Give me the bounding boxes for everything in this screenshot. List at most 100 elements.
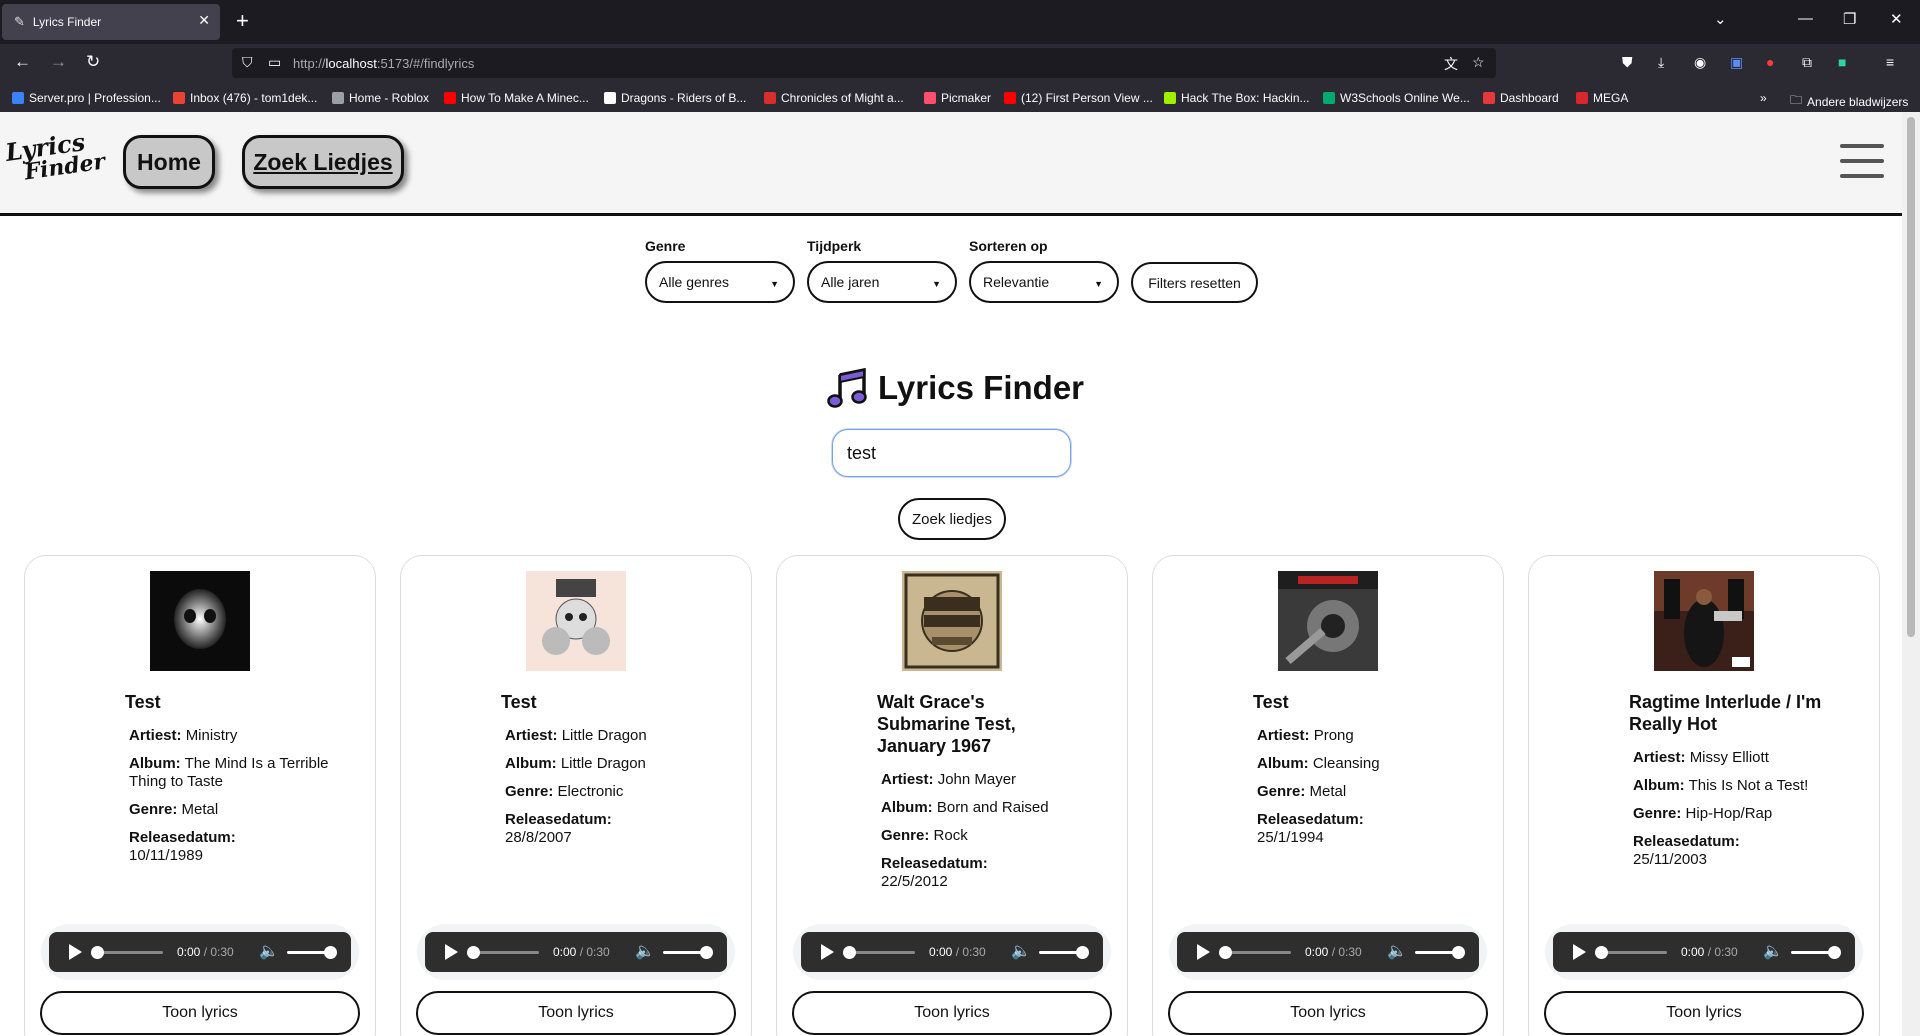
- bookmarks-bar: Server.pro | Profession... Inbox (476) - …: [0, 84, 1920, 112]
- show-lyrics-button[interactable]: Toon lyrics: [1168, 991, 1488, 1035]
- forward-icon[interactable]: →: [50, 52, 67, 72]
- search-button[interactable]: Zoek liedjes: [898, 498, 1006, 540]
- audio-player[interactable]: 0:00 / 0:30 🔈: [793, 924, 1111, 980]
- reload-icon[interactable]: ↻: [86, 52, 100, 72]
- volume-slider[interactable]: [1415, 946, 1465, 959]
- play-icon[interactable]: [1197, 944, 1210, 960]
- url-text[interactable]: http://localhost:5173/#/findlyrics: [293, 56, 474, 71]
- volume-slider[interactable]: [287, 946, 337, 959]
- bookmark-label: Home - Roblox: [349, 91, 430, 105]
- bookmark-item[interactable]: Hack The Box: Hackin...: [1164, 91, 1310, 105]
- extension-green-icon[interactable]: ■: [1838, 54, 1846, 70]
- shield-icon[interactable]: ⛉: [242, 54, 253, 71]
- seek-knob[interactable]: [91, 946, 104, 959]
- genre-field: Genre: Electronic: [505, 783, 705, 801]
- bookmark-item[interactable]: MEGA: [1576, 91, 1628, 105]
- bookmark-item[interactable]: Inbox (476) - tom1dek...: [173, 91, 317, 105]
- volume-slider[interactable]: [1791, 946, 1841, 959]
- account-icon[interactable]: ◉: [1694, 54, 1706, 71]
- seek-knob[interactable]: [843, 946, 856, 959]
- seek-slider[interactable]: [467, 946, 539, 959]
- volume-knob[interactable]: [1828, 946, 1841, 959]
- address-bar[interactable]: ⛉ ▭ http://localhost:5173/#/findlyrics 文…: [232, 48, 1496, 78]
- volume-icon[interactable]: 🔈: [635, 941, 655, 961]
- seek-slider[interactable]: [1219, 946, 1291, 959]
- volume-knob[interactable]: [1452, 946, 1465, 959]
- sort-select[interactable]: Relevantie ▼: [969, 261, 1119, 303]
- volume-icon[interactable]: 🔈: [1011, 941, 1031, 961]
- song-title: Walt Grace's Submarine Test, January 196…: [877, 692, 1016, 756]
- play-icon[interactable]: [821, 944, 834, 960]
- search-input[interactable]: [832, 429, 1071, 477]
- bookmark-item[interactable]: Home - Roblox: [332, 91, 429, 105]
- genre-select[interactable]: Alle genres ▼: [645, 261, 795, 303]
- bookmark-item[interactable]: Dragons - Riders of B...: [604, 91, 746, 105]
- back-icon[interactable]: ←: [14, 52, 31, 72]
- artist-field: Artiest: Missy Elliott: [1633, 749, 1833, 767]
- volume-icon[interactable]: 🔈: [1387, 941, 1407, 961]
- page-scrollbar[interactable]: [1902, 112, 1920, 1036]
- show-lyrics-button[interactable]: Toon lyrics: [40, 991, 360, 1035]
- show-lyrics-button[interactable]: Toon lyrics: [1544, 991, 1864, 1035]
- seek-knob[interactable]: [1219, 946, 1232, 959]
- audio-player[interactable]: 0:00 / 0:30 🔈: [1545, 924, 1863, 980]
- era-select[interactable]: Alle jaren ▼: [807, 261, 957, 303]
- bookmark-item[interactable]: Server.pro | Profession...: [12, 91, 161, 105]
- bookmark-item[interactable]: (12) First Person View ...: [1004, 91, 1153, 105]
- extension-red-icon[interactable]: ●: [1766, 54, 1774, 70]
- minimize-icon[interactable]: —: [1798, 10, 1813, 27]
- audio-player[interactable]: 0:00 / 0:30 🔈: [1169, 924, 1487, 980]
- lyrics-finder-logo[interactable]: Lyrics Finder: [4, 127, 107, 201]
- scrollbar-thumb[interactable]: [1907, 117, 1915, 637]
- more-bookmarks-icon[interactable]: »: [1760, 91, 1767, 105]
- audio-player[interactable]: 0:00 / 0:30 🔈: [417, 924, 735, 980]
- bookmark-item[interactable]: Dashboard: [1483, 91, 1559, 105]
- volume-knob[interactable]: [324, 946, 337, 959]
- tab-list-icon[interactable]: ⌄: [1714, 10, 1727, 28]
- current-time: 0:00: [1305, 945, 1329, 959]
- seek-knob[interactable]: [1595, 946, 1608, 959]
- new-tab-icon[interactable]: +: [236, 8, 249, 34]
- release-date-field-label: Releasedatum:: [881, 855, 988, 872]
- browser-tab[interactable]: ✎ Lyrics Finder ✕: [2, 4, 220, 40]
- extensions-icon[interactable]: ⧉: [1802, 54, 1812, 71]
- bookmark-label: W3Schools Online We...: [1340, 91, 1470, 105]
- show-lyrics-button[interactable]: Toon lyrics: [792, 991, 1112, 1035]
- seek-slider[interactable]: [843, 946, 915, 959]
- close-window-icon[interactable]: ✕: [1890, 10, 1903, 28]
- extension-translate-icon[interactable]: ▣: [1730, 54, 1743, 71]
- release-date-field: Releasedatum: 22/5/2012: [881, 855, 1081, 891]
- audio-player[interactable]: 0:00 / 0:30 🔈: [41, 924, 359, 980]
- play-icon[interactable]: [445, 944, 458, 960]
- nav-home[interactable]: Home: [123, 135, 215, 189]
- volume-icon[interactable]: 🔈: [259, 941, 279, 961]
- volume-slider[interactable]: [1039, 946, 1089, 959]
- close-tab-icon[interactable]: ✕: [198, 12, 210, 29]
- seek-knob[interactable]: [467, 946, 480, 959]
- bookmark-item[interactable]: Chronicles of Might a...: [764, 91, 904, 105]
- bookmark-item[interactable]: W3Schools Online We...: [1323, 91, 1470, 105]
- volume-knob[interactable]: [1076, 946, 1089, 959]
- volume-slider[interactable]: [663, 946, 713, 959]
- reset-filters-button[interactable]: Filters resetten: [1131, 262, 1258, 303]
- hamburger-menu-icon[interactable]: [1840, 144, 1884, 180]
- play-icon[interactable]: [1573, 944, 1586, 960]
- bookmark-item[interactable]: How To Make A Minec...: [444, 91, 589, 105]
- bookmark-item[interactable]: Picmaker: [924, 91, 991, 105]
- volume-knob[interactable]: [700, 946, 713, 959]
- download-icon[interactable]: ⤓: [1658, 54, 1664, 71]
- seek-slider[interactable]: [91, 946, 163, 959]
- menu-icon[interactable]: ≡: [1886, 54, 1894, 70]
- release-date-field-value: 25/1/1994: [1257, 829, 1324, 846]
- play-icon[interactable]: [69, 944, 82, 960]
- restore-icon[interactable]: ❐: [1843, 10, 1856, 28]
- translate-icon[interactable]: 文: [1444, 54, 1458, 74]
- show-lyrics-button[interactable]: Toon lyrics: [416, 991, 736, 1035]
- seek-slider[interactable]: [1595, 946, 1667, 959]
- pocket-icon[interactable]: ⛊: [1622, 54, 1633, 71]
- volume-icon[interactable]: 🔈: [1763, 941, 1783, 961]
- star-icon[interactable]: ☆: [1472, 54, 1485, 71]
- nav-zoek-liedjes[interactable]: Zoek Liedjes: [242, 135, 404, 189]
- page-info-icon[interactable]: ▭: [268, 54, 281, 71]
- other-bookmarks-folder[interactable]: 🗀 Andere bladwijzers: [1790, 91, 1908, 112]
